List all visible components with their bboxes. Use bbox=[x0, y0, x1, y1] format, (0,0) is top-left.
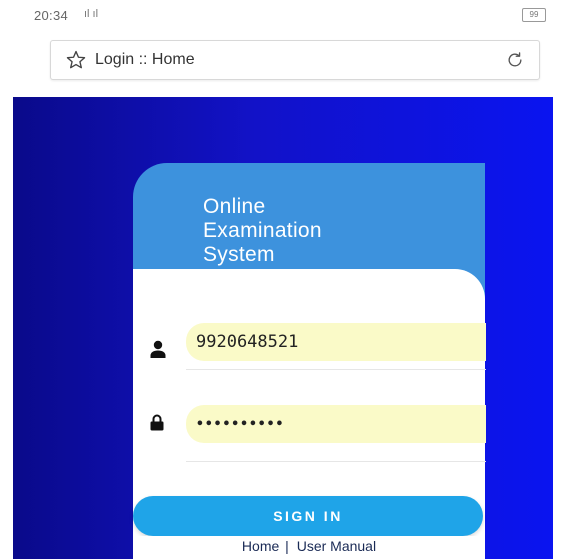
app-title-line-2: Examination bbox=[203, 219, 322, 242]
app-title-line-3: System bbox=[203, 243, 275, 266]
star-outline-icon[interactable] bbox=[65, 49, 87, 71]
username-underline bbox=[186, 369, 486, 370]
reload-icon[interactable] bbox=[505, 50, 525, 70]
footer-links: Home | User Manual bbox=[133, 536, 485, 559]
status-time: 20:34 bbox=[34, 8, 69, 23]
lock-icon bbox=[150, 414, 164, 431]
status-bar: 20:34 ıl ıl 99 bbox=[0, 0, 566, 32]
user-icon bbox=[150, 340, 166, 358]
signal-icon: ıl ıl bbox=[84, 8, 99, 20]
sign-in-button[interactable]: SIGN IN bbox=[133, 496, 483, 536]
battery-icon: 99 bbox=[522, 8, 546, 22]
app-title-line-1: Online bbox=[203, 195, 266, 218]
browser-address-bar[interactable]: Login :: Home bbox=[50, 40, 540, 80]
page-title: Login :: Home bbox=[95, 51, 195, 68]
app-title: Online Examination System bbox=[203, 195, 322, 267]
link-separator: | bbox=[285, 538, 289, 554]
username-input[interactable] bbox=[186, 323, 456, 361]
home-link[interactable]: Home bbox=[242, 538, 279, 554]
password-input[interactable] bbox=[186, 405, 456, 443]
user-manual-link[interactable]: User Manual bbox=[297, 538, 376, 554]
password-field-wrapper bbox=[186, 405, 486, 443]
username-field-wrapper bbox=[186, 323, 486, 361]
password-underline bbox=[186, 461, 486, 462]
login-page: Online Examination System SIGN IN Home |… bbox=[13, 97, 553, 559]
